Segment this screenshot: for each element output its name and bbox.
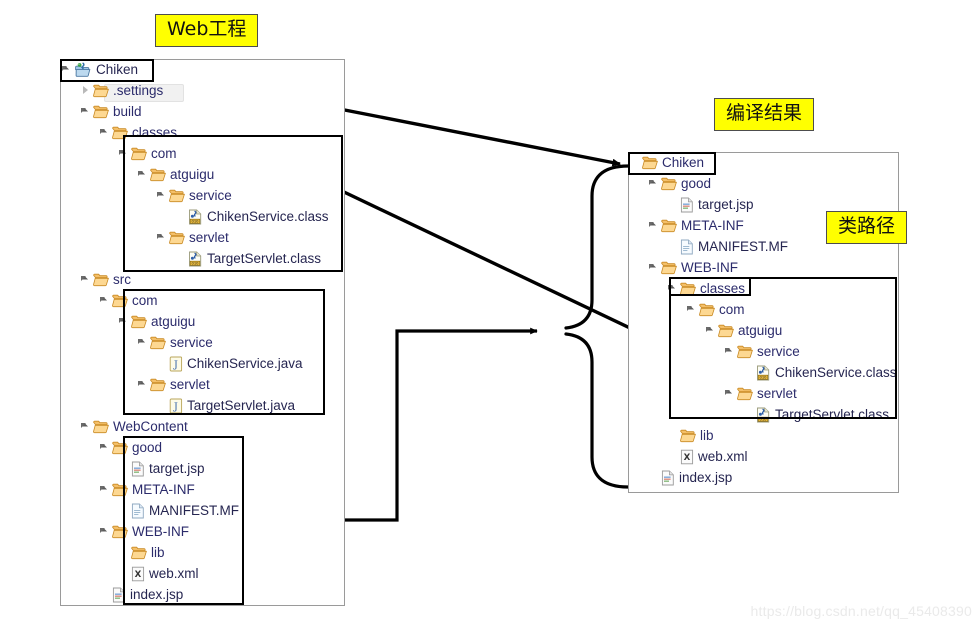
emphasis-box-output-root bbox=[628, 152, 716, 175]
xml-file-icon: X bbox=[680, 449, 694, 465]
tree-item-manifest-mf[interactable]: MANIFEST.MF bbox=[668, 237, 788, 256]
tree-item-good[interactable]: good bbox=[649, 174, 711, 193]
tree-item-label: target.jsp bbox=[698, 197, 754, 212]
text-file-icon bbox=[680, 239, 694, 255]
emphasis-box-classes-label bbox=[669, 277, 751, 296]
tree-item-label: WEB-INF bbox=[681, 260, 738, 275]
tree-item-web-inf[interactable]: WEB-INF bbox=[649, 258, 738, 277]
svg-text:X: X bbox=[684, 453, 691, 463]
folder-icon bbox=[661, 261, 677, 275]
tree-item-index-jsp[interactable]: index.jsp bbox=[649, 468, 732, 487]
callout-compile-result: 编译结果 bbox=[714, 98, 815, 131]
tree-item-lib[interactable]: lib bbox=[668, 426, 714, 445]
tree-item-target-jsp[interactable]: target.jsp bbox=[668, 195, 754, 214]
tree-item-meta-inf[interactable]: META-INF bbox=[649, 216, 744, 235]
watermark-text: https://blog.csdn.net/qq_45408390 bbox=[750, 603, 972, 619]
emphasis-box-output-classes bbox=[669, 277, 897, 419]
jsp-file-icon bbox=[680, 197, 694, 213]
tree-item-label: MANIFEST.MF bbox=[698, 239, 788, 254]
tree-item-label: good bbox=[681, 176, 712, 191]
callout-web-project: Web工程 bbox=[155, 14, 259, 47]
twisty-open-icon[interactable] bbox=[649, 262, 660, 273]
twisty-open-icon[interactable] bbox=[649, 178, 660, 189]
tree-item-label: lib bbox=[700, 428, 714, 443]
tree-item-label: META-INF bbox=[681, 218, 744, 233]
folder-icon bbox=[680, 429, 696, 443]
tree-item-label: web.xml bbox=[698, 449, 748, 464]
jsp-file-icon bbox=[661, 470, 675, 486]
tree-item-label: index.jsp bbox=[679, 470, 733, 485]
folder-icon bbox=[661, 219, 677, 233]
twisty-open-icon[interactable] bbox=[649, 220, 660, 231]
callout-class-path: 类路径 bbox=[826, 211, 908, 244]
folder-icon bbox=[661, 177, 677, 191]
tree-item-web-xml[interactable]: Xweb.xml bbox=[668, 447, 748, 466]
